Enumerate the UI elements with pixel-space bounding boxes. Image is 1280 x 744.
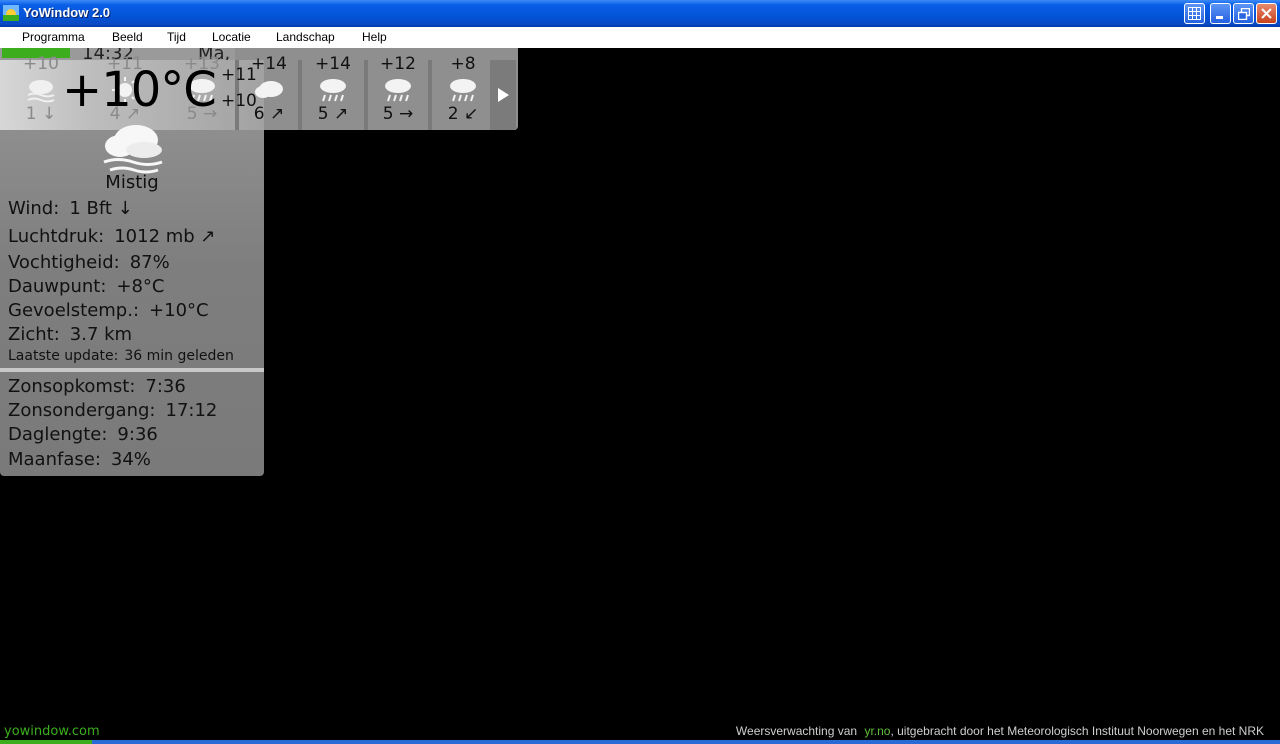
minimize-icon (1216, 16, 1223, 19)
sunset: Zonsondergang: 17:12 (8, 400, 218, 421)
menu-locatie[interactable]: Locatie (212, 30, 251, 44)
forecast-credit: Weersverwachting van yr.no, uitgebracht … (735, 724, 1264, 738)
detail-pressure: Luchtdruk: 1012 mb ↗ (8, 226, 216, 247)
detail-visibility: Zicht: 3.7 km (8, 324, 133, 345)
fog-icon (103, 125, 163, 174)
menu-programma[interactable]: Programma (22, 30, 85, 44)
yr-link[interactable]: yr.no (864, 724, 890, 738)
play-right-icon (498, 88, 509, 102)
close-button[interactable] (1256, 3, 1277, 24)
details-panel: Mistig Wind: 1 Bft ↓ Luchtdruk: 1012 mb ↗ … (0, 125, 264, 476)
last-update: Laatste update: 36 min geleden (8, 348, 234, 364)
resize-icon (1188, 7, 1201, 20)
current-temperature: +10°C (62, 62, 217, 118)
forecast-column[interactable]: +14 5 ↗ (302, 54, 364, 130)
rain-icon (385, 79, 411, 102)
restore-icon (1237, 7, 1250, 20)
detail-feels-like: Gevoelstemp.: +10°C (8, 300, 209, 321)
forecast-wind: 5 ↗ (317, 104, 349, 124)
menu-bar: Programma Beeld Tijd Locatie Landschap H… (0, 27, 1280, 48)
close-icon (1261, 8, 1272, 19)
forecast-temp: +12 (380, 54, 416, 74)
title-bar: YoWindow 2.0 (0, 0, 1280, 27)
current-low: +10 (221, 91, 257, 111)
resize-button[interactable] (1184, 3, 1205, 24)
moon-phase: Maanfase: 34% (8, 449, 151, 470)
minimize-button[interactable] (1210, 3, 1231, 24)
bottom-bar-progress (0, 740, 92, 744)
forecast-column[interactable]: +12 5 → (367, 54, 429, 130)
bottom-bar (0, 740, 1280, 744)
window-title: YoWindow 2.0 (23, 5, 111, 20)
forecast-column[interactable]: +8 2 ↙ (432, 54, 494, 130)
menu-help[interactable]: Help (362, 30, 387, 44)
detail-dewpoint: Dauwpunt: +8°C (8, 276, 165, 297)
restore-button[interactable] (1233, 3, 1254, 24)
forecast-next-button[interactable] (490, 60, 516, 130)
fog-icon (27, 80, 55, 103)
app-icon (3, 5, 19, 21)
weather-view: 14:32 Ma, Nov 1 +10 1 ↓ +11 (0, 48, 1280, 744)
panel-divider (0, 368, 264, 372)
rain-icon (320, 79, 346, 102)
cloud-icon (255, 81, 283, 98)
detail-humidity: Vochtigheid: 87% (8, 252, 170, 273)
menu-tijd[interactable]: Tijd (167, 30, 186, 44)
day-length: Daglengte: 9:36 (8, 424, 158, 445)
current-high: +11 (221, 65, 257, 85)
forecast-wind: 5 → (382, 104, 414, 124)
site-link[interactable]: yowindow.com (4, 724, 100, 739)
condition-label: Mistig (105, 172, 159, 193)
forecast-wind: 2 ↙ (447, 104, 479, 124)
sunrise: Zonsopkomst: 7:36 (8, 376, 186, 397)
rain-icon (450, 79, 476, 102)
forecast-temp: +14 (315, 54, 351, 74)
forecast-temp: +8 (450, 54, 476, 74)
menu-landschap[interactable]: Landschap (276, 30, 335, 44)
menu-beeld[interactable]: Beeld (112, 30, 143, 44)
detail-wind: Wind: 1 Bft ↓ (8, 198, 133, 219)
